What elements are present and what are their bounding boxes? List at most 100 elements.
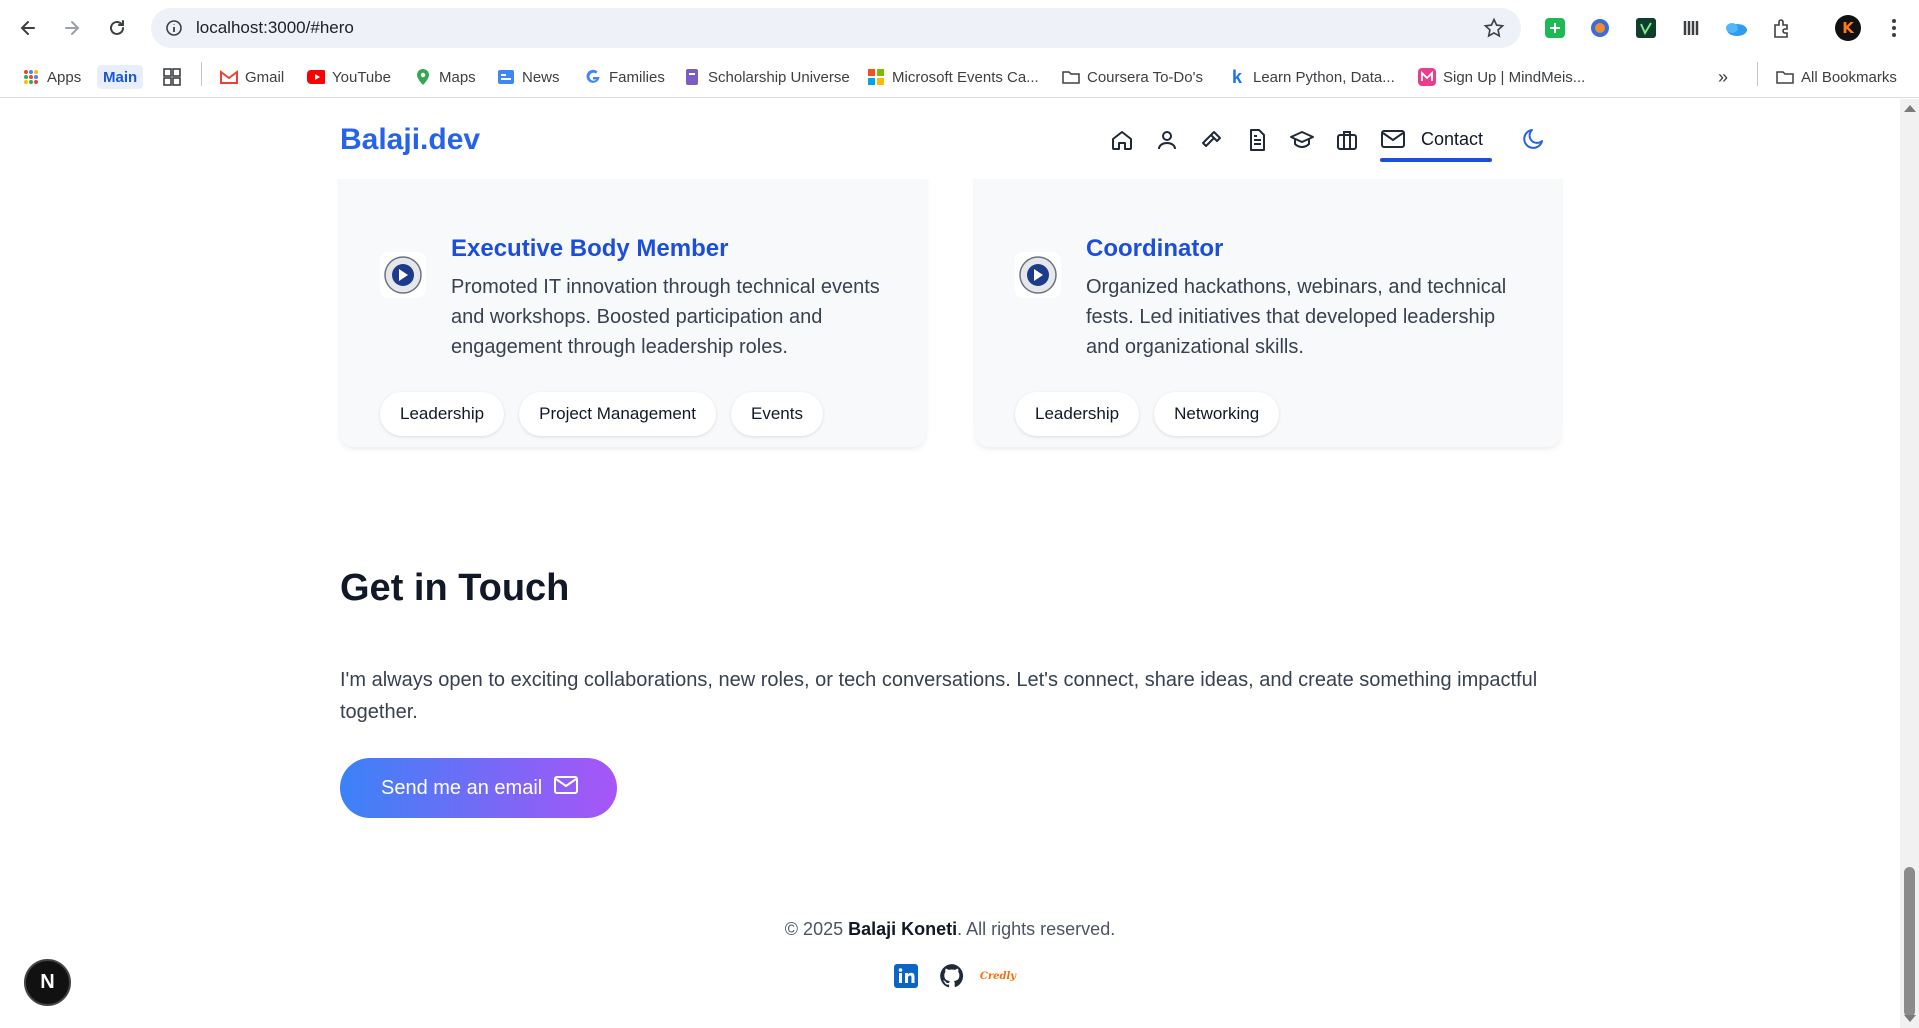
bookmark-microsoft-label: Microsoft Events Ca...	[892, 68, 1039, 86]
maps-pin-icon	[414, 68, 432, 86]
document-icon[interactable]	[1243, 126, 1271, 154]
page-scrollbar[interactable]	[1900, 99, 1919, 1028]
bookmark-mindmeister[interactable]: Sign Up | MindMeis...	[1418, 65, 1585, 89]
profile-avatar[interactable]: K	[1835, 15, 1861, 41]
mail-icon	[554, 775, 579, 801]
gmail-icon	[220, 68, 238, 86]
organization-logo	[1015, 252, 1061, 298]
scrollbar-thumb[interactable]	[1904, 867, 1915, 1017]
extension-green-icon[interactable]	[1541, 14, 1569, 42]
bookmark-coursera[interactable]: Coursera To-Do's	[1062, 65, 1203, 89]
extension-v-icon[interactable]	[1632, 14, 1660, 42]
skill-tag: Events	[731, 392, 823, 436]
more-bookmarks-chevron-icon[interactable]: »	[1718, 65, 1728, 89]
browser-toolbar: localhost:3000/#hero K	[0, 0, 1919, 56]
scroll-down-arrow-icon[interactable]	[1904, 1015, 1916, 1022]
home-icon[interactable]	[1108, 126, 1136, 154]
nextjs-dev-badge[interactable]: N	[24, 959, 71, 1006]
mail-icon	[1380, 127, 1406, 156]
back-icon[interactable]	[14, 14, 42, 42]
skill-tag: Networking	[1154, 392, 1280, 436]
bookmark-learn-python[interactable]: k Learn Python, Data...	[1228, 65, 1395, 89]
site-header: Balaji.dev Contact	[0, 99, 1900, 179]
contact-heading: Get in Touch	[340, 567, 570, 609]
copyright-suffix: . All rights reserved.	[957, 919, 1116, 939]
organization-logo	[380, 252, 426, 298]
extension-circle-icon[interactable]	[1586, 14, 1614, 42]
linkedin-icon[interactable]	[893, 963, 919, 989]
role-title: Executive Body Member	[451, 235, 729, 262]
folder-icon	[1062, 68, 1080, 86]
forward-icon[interactable]	[58, 14, 86, 42]
menu-kebab-icon[interactable]	[1880, 14, 1908, 42]
skill-tag: Leadership	[1015, 392, 1140, 436]
bookmark-gmail[interactable]: Gmail	[220, 65, 284, 89]
experience-card: Coordinator Organized hackathons, webina…	[975, 159, 1561, 447]
bookmark-scholarship-label: Scholarship Universe	[708, 68, 850, 86]
skill-tag: Project Management	[519, 392, 716, 436]
reload-icon[interactable]	[103, 14, 131, 42]
url-text[interactable]: localhost:3000/#hero	[196, 18, 354, 38]
skill-tag: Leadership	[380, 392, 505, 436]
bookmark-gmail-label: Gmail	[245, 68, 285, 86]
role-title: Coordinator	[1086, 235, 1224, 262]
bookmark-all-label: All Bookmarks	[1801, 68, 1897, 86]
mindmeister-icon	[1418, 68, 1436, 86]
bookmark-microsoft[interactable]: Microsoft Events Ca...	[867, 65, 1039, 89]
address-bar[interactable]: localhost:3000/#hero	[151, 8, 1521, 48]
bookmark-youtube[interactable]: YouTube	[307, 65, 391, 89]
scroll-up-arrow-icon[interactable]	[1904, 105, 1916, 112]
active-nav-underline	[1380, 158, 1492, 162]
bookmark-main[interactable]: Main	[97, 65, 144, 89]
role-description: Promoted IT innovation through technical…	[451, 276, 880, 358]
contact-text: I'm always open to exciting collaboratio…	[340, 669, 1538, 723]
bookmark-maps-label: Maps	[439, 68, 476, 86]
send-email-label: Send me an email	[381, 776, 543, 799]
nav-contact-label: Contact	[1421, 129, 1484, 149]
briefcase-icon[interactable]	[1333, 126, 1361, 154]
social-links: Credly	[893, 963, 1016, 989]
extensions-puzzle-icon[interactable]	[1768, 14, 1796, 42]
bookmark-coursera-label: Coursera To-Do's	[1087, 68, 1203, 86]
bookmark-mindmeister-label: Sign Up | MindMeis...	[1443, 68, 1586, 86]
bookmark-news-label: News	[522, 68, 560, 86]
folder-icon	[1776, 68, 1794, 86]
onedrive-icon[interactable]	[1722, 14, 1750, 42]
bookmark-maps[interactable]: Maps	[414, 65, 476, 89]
skill-tags: Leadership Project Management Events	[380, 392, 823, 436]
bookmark-apps-label: Apps	[47, 68, 82, 86]
bookmark-star-icon[interactable]	[1483, 17, 1505, 39]
footer-copyright: © 2025 Balaji Koneti. All rights reserve…	[0, 919, 1900, 940]
experience-card: Executive Body Member Promoted IT innova…	[340, 159, 926, 447]
bookmark-learn-python-label: Learn Python, Data...	[1253, 68, 1395, 86]
bookmark-separator	[1757, 62, 1758, 86]
nav-contact[interactable]: Contact	[1380, 120, 1492, 162]
bookmark-all[interactable]: All Bookmarks	[1776, 65, 1897, 89]
bookmark-youtube-label: YouTube	[332, 68, 391, 86]
site-logo[interactable]: Balaji.dev	[340, 123, 480, 157]
extension-tools-icon[interactable]	[1677, 14, 1705, 42]
github-icon[interactable]	[939, 963, 965, 989]
tab-groups-icon[interactable]	[163, 65, 181, 89]
bookmark-families[interactable]: Families	[584, 65, 665, 89]
send-email-button[interactable]: Send me an email	[340, 758, 617, 818]
credly-wordmark: Credly	[979, 970, 1017, 982]
credly-icon[interactable]: Credly	[980, 963, 1016, 989]
bookmarks-bar: Apps Main Gmail YouTube Maps News Famili…	[0, 56, 1919, 98]
youtube-icon	[307, 68, 325, 86]
theme-toggle-moon-icon[interactable]	[1521, 126, 1549, 154]
bookmark-families-label: Families	[609, 68, 665, 86]
hammer-icon[interactable]	[1198, 126, 1226, 154]
graduation-cap-icon[interactable]	[1288, 126, 1316, 154]
bookmark-scholarship[interactable]: Scholarship Universe	[683, 65, 850, 89]
bookmark-separator	[201, 62, 202, 86]
news-icon	[497, 68, 515, 86]
google-g-icon	[584, 68, 602, 86]
k-logo-icon: k	[1231, 66, 1242, 87]
bookmark-news[interactable]: News	[497, 65, 560, 89]
copyright-prefix: © 2025	[784, 919, 849, 939]
user-icon[interactable]	[1153, 126, 1181, 154]
bookmark-apps[interactable]: Apps	[22, 65, 81, 89]
role-description: Organized hackathons, webinars, and tech…	[1086, 276, 1507, 358]
site-info-icon[interactable]	[163, 17, 185, 39]
